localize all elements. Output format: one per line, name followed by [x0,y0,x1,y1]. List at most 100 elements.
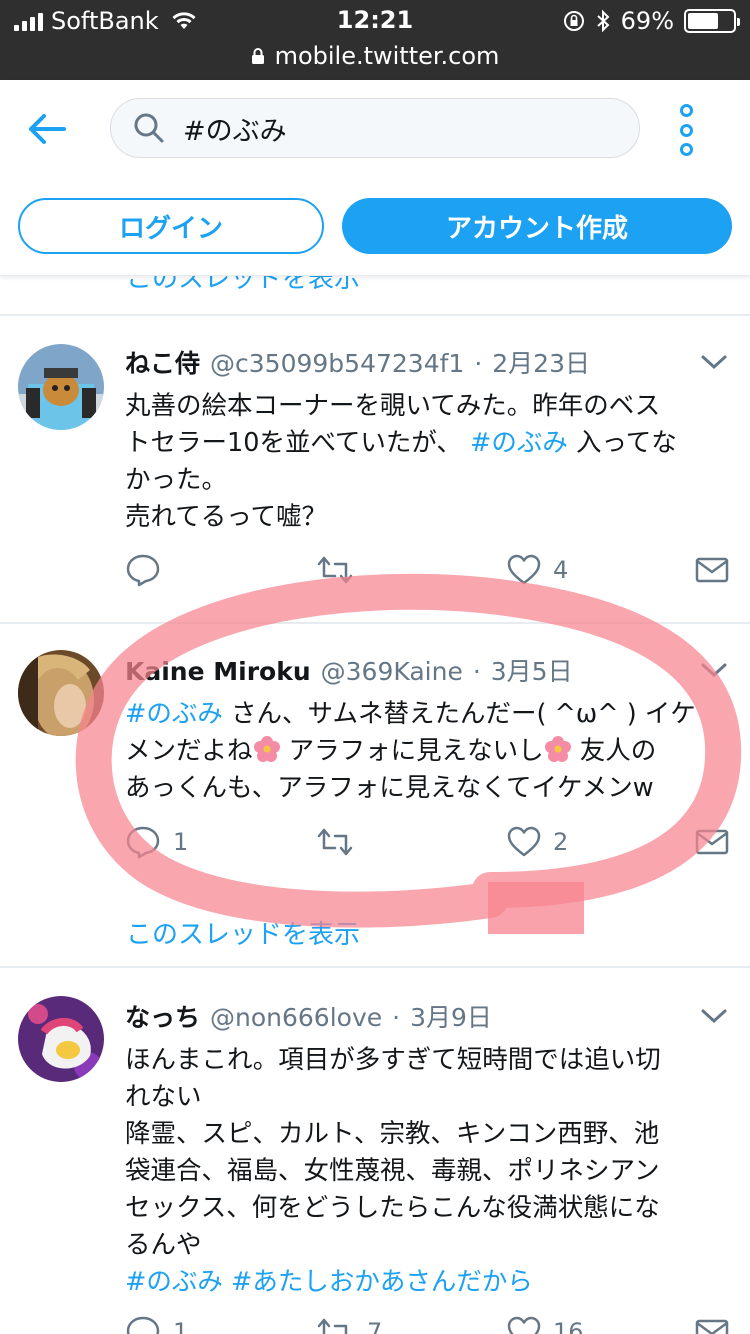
reply-count: 1 [173,1318,189,1334]
tweet-text-line: 丸善の絵本コーナーを覗いてみた。昨年のベス [125,388,725,425]
like-count: 16 [553,1318,584,1334]
like-button[interactable]: 16 [507,1312,584,1334]
tweet-text-segment: ほんまこれ。項目が多すぎて短時間では追い切 [125,1045,661,1075]
tweet-actions: 4 [125,550,735,590]
hashtag-link[interactable]: #あたしおかあさんだから [231,1267,533,1297]
tweet-text-line: 降霊、スピ、カルト、宗教、キンコン西野、池 [125,1116,725,1153]
user-handle[interactable]: @non666love [210,1003,382,1032]
show-thread-link[interactable]: このスレッドを表示 [126,914,360,951]
battery-icon [684,9,740,33]
tweet-header: なっち @non666love · 3月9日 [125,998,492,1032]
tweet-header: ねこ侍 @c35099b547234f1 · 2月23日 [125,344,590,378]
tweet-text-line: ほんまこれ。項目が多すぎて短時間では追い切 [125,1042,725,1079]
more-vertical-icon[interactable] [672,104,700,156]
tweet-text-line: あっくんも、アラフォに見えなくてイケメンw [125,770,725,807]
url-bar[interactable]: mobile.twitter.com [0,38,750,74]
hibiscus-emoji [544,735,572,763]
bluetooth-icon [596,9,610,33]
tweet-text-segment: 売れてるって嘘？ [125,502,327,532]
tweet-text-segment: 友人の [571,736,657,766]
chevron-down-icon[interactable] [700,1006,728,1026]
search-icon [134,113,164,143]
hashtag-link[interactable]: #のぶみ [125,1267,223,1297]
user-handle[interactable]: @c35099b547234f1 [210,349,464,378]
tweet-text-line: 袋連合、福島、女性蔑視、毒親、ポリネシアン [125,1153,725,1190]
tweet-text-segment: 丸善の絵本コーナーを覗いてみた。昨年のベス [125,391,661,421]
tweet-divider [0,622,750,624]
hashtag-link[interactable]: #のぶみ [470,428,568,458]
tweet-divider [0,966,750,968]
search-header: #のぶみ ログイン アカウント作成 [0,80,750,276]
like-icon [507,1316,541,1334]
tweet-text-segment: あっくんも、アラフォに見えなくてイケメンw [125,773,654,803]
display-name[interactable]: Kaine Miroku [125,657,311,686]
tweet-text: #のぶみ さん、サムネ替えたんだー( ^ω^ ) イケ メンだよね アラフォに見え… [125,696,725,807]
separator-dot: · [392,1003,401,1032]
reply-button[interactable] [125,550,173,590]
reply-icon [126,1316,160,1334]
reply-count: 1 [173,828,189,856]
tweet-date[interactable]: 2月23日 [492,344,590,380]
hibiscus-emoji [253,735,281,763]
chevron-down-icon[interactable] [700,352,728,372]
tweet-date[interactable]: 3月9日 [410,998,492,1034]
message-icon [695,557,729,583]
tweet-text: ほんまこれ。項目が多すぎて短時間では追い切 れない降霊、スピ、カルト、宗教、キンコ… [125,1042,725,1301]
user-handle[interactable]: @369Kaine [321,657,463,686]
avatar[interactable] [18,996,104,1082]
retweet-icon [317,828,353,856]
display-name[interactable]: ねこ侍 [125,344,200,380]
tweet-text: 丸善の絵本コーナーを覗いてみた。昨年のベス トセラー10を並べていたが、 #のぶみ… [125,388,725,536]
avatar[interactable] [18,344,104,430]
tweet-actions: 1 2 [125,822,735,862]
tweet-text-line: #のぶみ #あたしおかあさんだから [125,1264,725,1301]
reply-button[interactable]: 1 [125,822,188,862]
chevron-down-icon[interactable] [700,660,728,680]
like-button[interactable]: 2 [507,822,568,862]
direct-message-button[interactable] [695,1312,729,1334]
tweet-text-segment: 袋連合、福島、女性蔑視、毒親、ポリネシアン [125,1156,660,1186]
like-count: 2 [553,828,569,856]
reply-button[interactable]: 1 [125,1312,188,1334]
retweet-button[interactable] [315,550,367,590]
display-name[interactable]: なっち [125,998,200,1034]
retweet-button[interactable]: 7 [315,1312,382,1334]
tweet-text-segment: かった。 [125,465,228,495]
direct-message-button[interactable] [695,550,729,590]
tweet-text-segment: セックス、何をどうしたらこんな役満状態にな [125,1193,660,1223]
signup-button[interactable]: アカウント作成 [342,198,732,254]
tweet-actions: 1 7 16 [125,1312,735,1334]
lock-icon [251,48,264,64]
reply-icon [126,826,160,859]
tweet-text-segment [223,1267,231,1297]
tweet-text-segment: れない [125,1082,202,1112]
tweet-text-segment: るんや [125,1230,202,1260]
search-input[interactable]: #のぶみ [110,98,640,158]
like-count: 4 [553,556,569,584]
message-icon [695,1319,729,1334]
tweet-divider [0,314,750,316]
battery-percent: 69% [620,7,674,35]
login-button[interactable]: ログイン [18,198,324,254]
hashtag-link[interactable]: #のぶみ [125,699,223,729]
status-right-group: 69% [563,6,740,36]
avatar[interactable] [18,650,104,736]
separator-dot: · [472,657,481,686]
ios-status-bar: SoftBank 12:21 69% mobile.twitter.com [0,0,750,80]
tweet-date[interactable]: 3月5日 [491,652,573,688]
like-button[interactable]: 4 [507,550,568,590]
tweet-text-segment: 降霊、スピ、カルト、宗教、キンコン西野、池 [125,1119,660,1149]
tweet-text-line: れない [125,1079,725,1116]
tweet-text-line: るんや [125,1227,725,1264]
retweet-icon [317,1318,348,1334]
retweet-button[interactable] [315,822,367,862]
back-button[interactable] [22,104,72,154]
battery-fill [688,13,719,29]
like-icon [507,826,541,857]
tweet-text-segment: メンだよね [125,736,253,766]
like-icon [507,554,541,585]
url-text: mobile.twitter.com [274,42,500,70]
direct-message-button[interactable] [695,822,729,862]
tweet-text-segment: さん、サムネ替えたんだー( ^ω^ ) イケ [222,699,696,729]
tweet-text-line: 売れてるって嘘？ [125,499,725,536]
